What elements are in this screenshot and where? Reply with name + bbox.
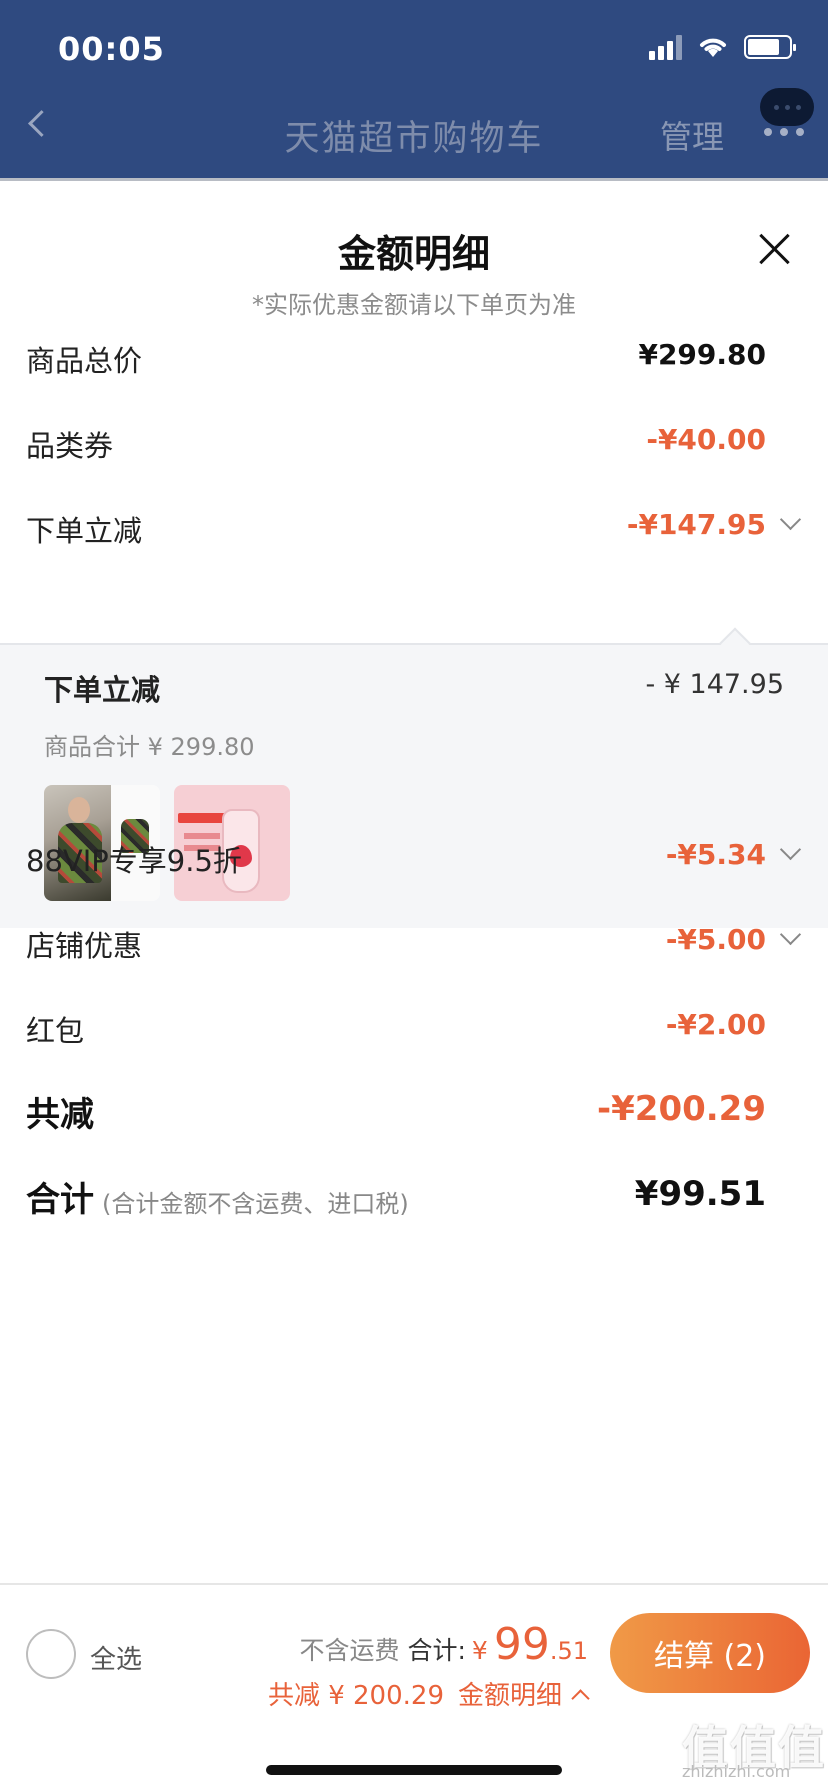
row-value: -¥5.34: [665, 838, 766, 871]
chevron-down-icon[interactable]: [780, 846, 800, 866]
sum-line: 不含运费 合计: ¥ 99 .51: [299, 1619, 588, 1670]
watermark-url: zhizhizhi.com: [682, 1762, 791, 1781]
row-value: ¥299.80: [638, 338, 766, 371]
total-label: 合计: [26, 1180, 94, 1220]
row-goods-total: 商品总价 ¥299.80: [26, 328, 806, 388]
row-label: 商品总价: [26, 344, 143, 378]
sheet-title: 金额明细: [337, 232, 490, 276]
row-label: 店铺优惠: [26, 929, 143, 963]
row-value: -¥2.00: [665, 1008, 766, 1041]
row-order-discount[interactable]: 下单立减 -¥147.95: [26, 498, 806, 558]
amount-detail-link[interactable]: 金额明细: [458, 1675, 562, 1712]
more-dots-icon[interactable]: [764, 128, 804, 136]
currency-symbol: ¥: [471, 1636, 488, 1665]
row-label: 品类券: [26, 429, 114, 463]
checkout-button[interactable]: 结算 (2): [610, 1613, 810, 1693]
battery-icon: [744, 35, 796, 59]
row-value: -¥147.95: [626, 508, 766, 541]
signal-icon: [649, 34, 682, 60]
total-value: ¥99.51: [634, 1174, 766, 1214]
sheet-subtitle: *实际优惠金额请以下单页为准: [252, 291, 576, 319]
row-red-packet: 红包 -¥2.00: [26, 998, 806, 1058]
select-all-label[interactable]: 全选: [90, 1639, 142, 1676]
chevron-down-icon[interactable]: [780, 516, 800, 536]
discount-summary: 共减 ¥ 200.29: [267, 1681, 444, 1711]
row-88vip[interactable]: 88VIP专享9.5折 -¥5.34: [26, 828, 806, 888]
total-label: 合计:: [407, 1636, 466, 1665]
manage-button[interactable]: 管理: [660, 112, 724, 158]
total-discount-label: 共减: [26, 1095, 94, 1135]
row-total-discount: 共减 -¥200.29: [26, 1083, 806, 1143]
total-amount-decimal: .51: [549, 1637, 588, 1665]
row-value: -¥40.00: [646, 423, 766, 456]
close-icon[interactable]: [757, 231, 793, 267]
wifi-icon: [700, 38, 726, 57]
status-time: 00:05: [58, 30, 165, 68]
amount-detail-sheet: 金额明细 *实际优惠金额请以下单页为准 商品总价 ¥299.80 品类券 -¥4…: [0, 178, 828, 1792]
row-value: -¥5.00: [665, 923, 766, 956]
row-label: 下单立减: [26, 514, 143, 548]
detail-amount: - ¥ 147.95: [645, 669, 784, 700]
detail-subtotal: 商品合计 ¥ 299.80: [44, 733, 255, 761]
more-icon[interactable]: [760, 88, 814, 126]
discount-line[interactable]: 共减 ¥ 200.29 金额明细: [268, 1675, 588, 1712]
home-indicator[interactable]: [266, 1765, 562, 1775]
select-all-radio-icon[interactable]: [26, 1629, 76, 1679]
row-shop-discount[interactable]: 店铺优惠 -¥5.00: [26, 913, 806, 973]
total-note: (合计金额不含运费、进口税): [102, 1190, 409, 1218]
total-amount-integer: 99: [493, 1619, 550, 1670]
detail-pointer: [719, 627, 751, 659]
chevron-down-icon[interactable]: [780, 931, 800, 951]
row-category-coupon: 品类券 -¥40.00: [26, 413, 806, 473]
row-label: 88VIP专享9.5折: [26, 844, 242, 878]
top-navigation: 00:05 天猫超市购物车 管理: [0, 0, 828, 178]
no-shipping-note: 不含运费: [299, 1636, 400, 1665]
row-total: 合计 (合计金额不含运费、进口税) ¥99.51: [26, 1168, 806, 1228]
status-icons: [649, 34, 796, 60]
detail-title: 下单立减: [44, 673, 161, 707]
chevron-up-icon[interactable]: [572, 1690, 588, 1706]
row-label: 红包: [26, 1014, 85, 1048]
total-discount-value: -¥200.29: [597, 1089, 766, 1129]
